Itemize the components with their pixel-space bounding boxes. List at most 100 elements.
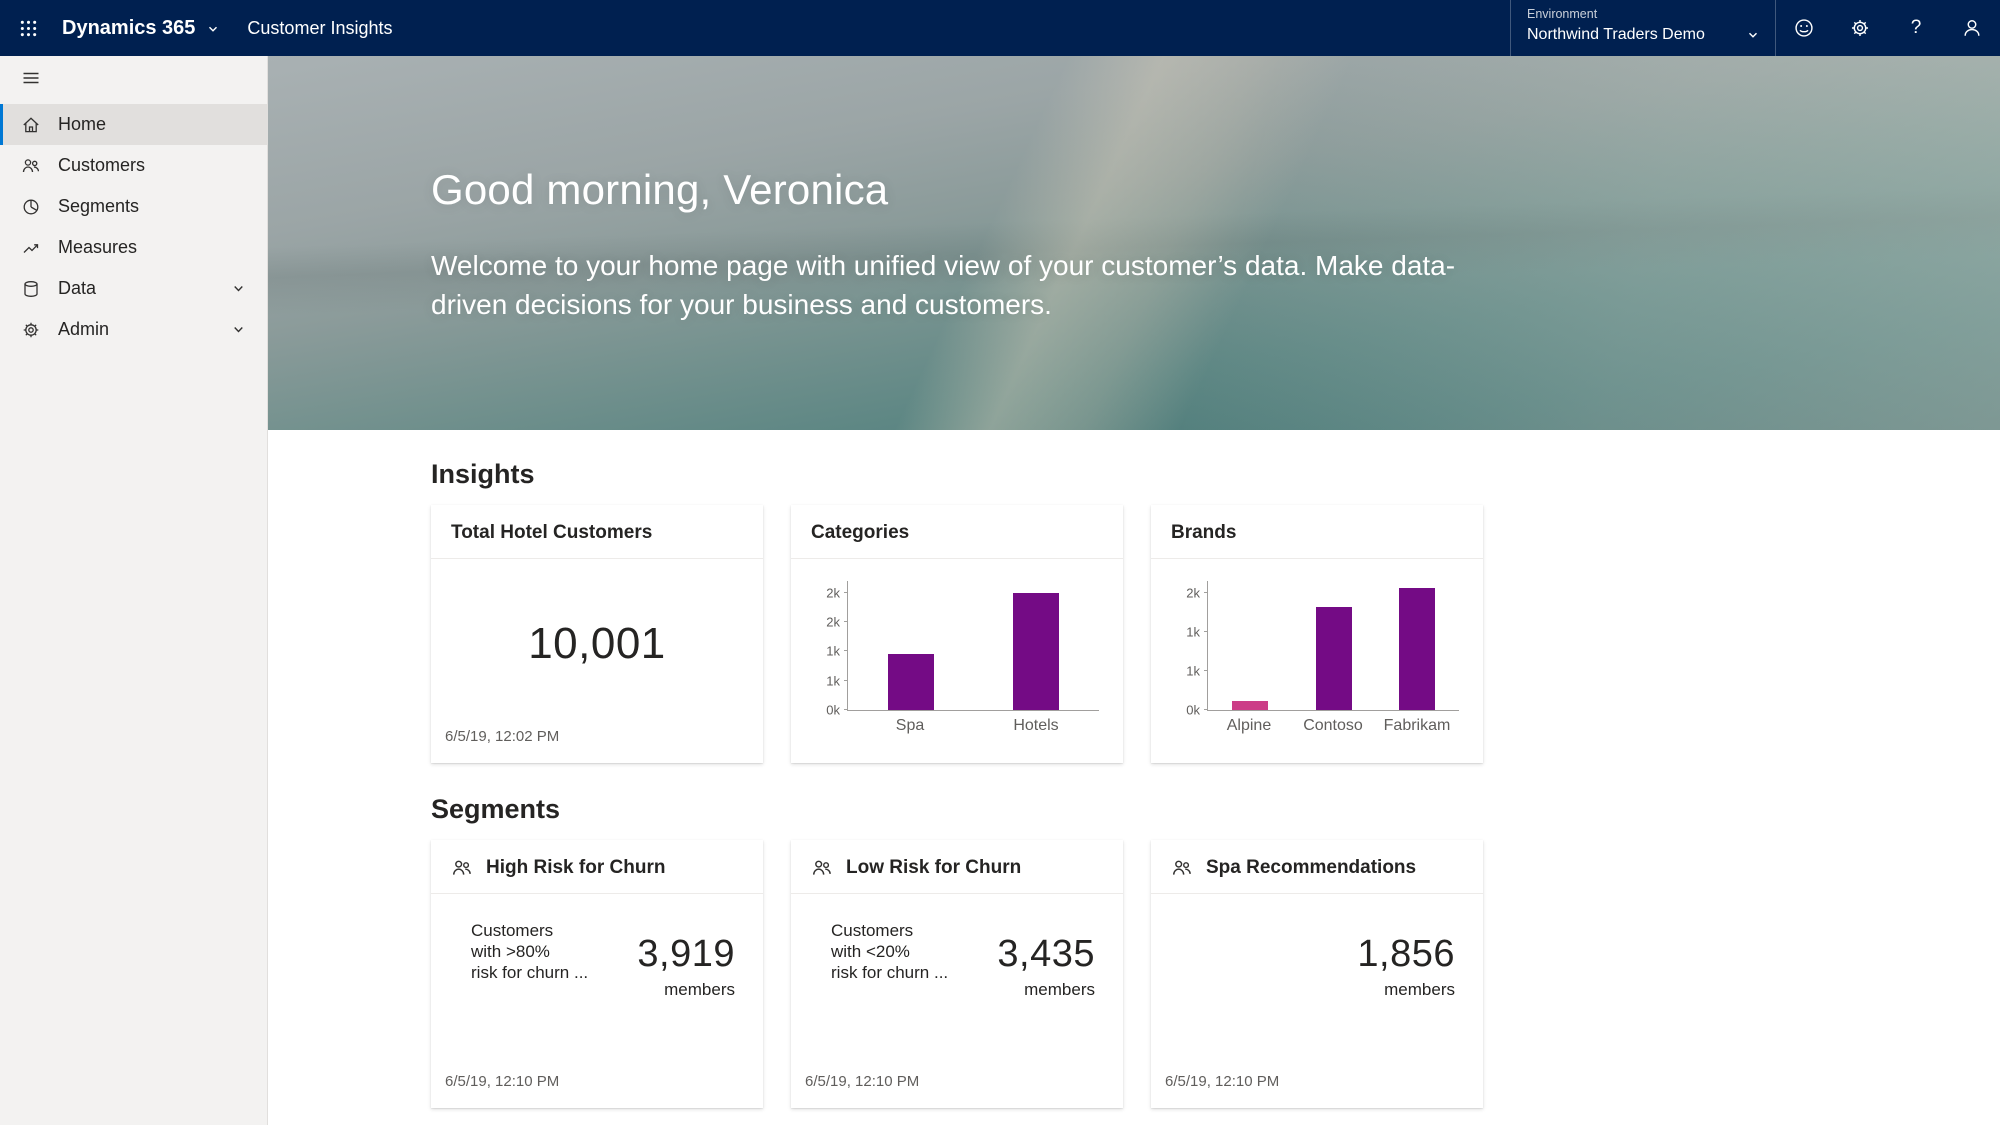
- insights-section-heading: Insights: [431, 458, 2000, 491]
- home-icon: [21, 115, 41, 135]
- segment-numbers: 3,919 members: [637, 932, 735, 1000]
- card-title: High Risk for Churn: [431, 840, 763, 894]
- segment-body: Customers with <20% risk for churn ... 3…: [791, 894, 1123, 1000]
- left-navigation-sidebar: Home Customers Segments: [0, 56, 268, 1125]
- sidebar-item-data[interactable]: Data: [0, 268, 267, 309]
- sidebar-item-label: Segments: [58, 196, 139, 217]
- card-timestamp: 6/5/19, 12:10 PM: [791, 1073, 1123, 1108]
- kpi-card-total-hotel-customers[interactable]: Total Hotel Customers 10,001 6/5/19, 12:…: [431, 505, 763, 763]
- chart-plot-area: 0k1k1k2k2k: [847, 581, 1099, 711]
- feedback-button[interactable]: [1776, 0, 1832, 56]
- x-axis-label: Fabrikam: [1375, 717, 1459, 735]
- y-axis-tick-label: 1k: [1162, 664, 1200, 677]
- y-axis-tick-label: 0k: [802, 704, 840, 717]
- y-axis-tick-label: 2k: [1162, 586, 1200, 599]
- x-axis-label: Alpine: [1207, 717, 1291, 735]
- card-timestamp: 6/5/19, 12:10 PM: [431, 1073, 763, 1108]
- card-timestamp: 6/5/19, 12:02 PM: [431, 728, 763, 763]
- environment-picker[interactable]: Environment Northwind Traders Demo: [1510, 0, 1776, 56]
- app-launcher-button[interactable]: [0, 0, 56, 56]
- y-axis-tick-label: 2k: [802, 586, 840, 599]
- segments-cards-row: High Risk for Churn Customers with >80% …: [431, 840, 2000, 1108]
- segment-member-unit: members: [637, 980, 735, 1000]
- trend-line-icon: [21, 238, 41, 258]
- segments-section-heading: Segments: [431, 793, 2000, 826]
- sidebar-item-label: Customers: [58, 155, 145, 176]
- collapse-menu-button[interactable]: [0, 56, 267, 100]
- smiley-icon: [1793, 17, 1815, 39]
- y-axis-tick-label: 0k: [1162, 704, 1200, 717]
- segment-numbers: 3,435 members: [997, 932, 1095, 1000]
- help-button[interactable]: ?: [1888, 0, 1944, 56]
- card-title: Brands: [1151, 505, 1483, 559]
- sidebar-item-customers[interactable]: Customers: [0, 145, 267, 186]
- segment-member-count: 3,435: [997, 932, 1095, 976]
- sidebar-item-label: Admin: [58, 319, 109, 340]
- question-mark-icon: ?: [1911, 17, 1922, 39]
- card-title: Spa Recommendations: [1151, 840, 1483, 894]
- segment-body: 1,856 members: [1151, 894, 1483, 1000]
- segment-description: Customers with <20% risk for churn ...: [831, 920, 948, 1000]
- people-icon: [21, 156, 41, 176]
- bar-alpine: [1232, 701, 1268, 710]
- y-axis-tick-label: 1k: [1162, 625, 1200, 638]
- hero-text-block: Good morning, Veronica Welcome to your h…: [431, 164, 1461, 324]
- environment-value: Northwind Traders Demo: [1527, 25, 1705, 44]
- hero-banner: Good morning, Veronica Welcome to your h…: [268, 56, 2000, 430]
- card-title: Low Risk for Churn: [791, 840, 1123, 894]
- x-axis-label: Hotels: [973, 717, 1099, 735]
- segment-card-spa-recommendations[interactable]: Spa Recommendations 1,856 members 6/5/19…: [1151, 840, 1483, 1108]
- hamburger-icon: [21, 68, 41, 88]
- welcome-message: Welcome to your home page with unified v…: [431, 246, 1461, 324]
- segment-card-high-risk-for-churn[interactable]: High Risk for Churn Customers with >80% …: [431, 840, 763, 1108]
- kpi-body: 10,001: [431, 559, 763, 728]
- gear-icon: [21, 320, 41, 340]
- database-icon: [21, 279, 41, 299]
- categories-bar-chart: 0k1k1k2k2kSpaHotels: [847, 581, 1099, 735]
- person-icon: [1961, 17, 1983, 39]
- sidebar-item-admin[interactable]: Admin: [0, 309, 267, 350]
- segment-body: Customers with >80% risk for churn ... 3…: [431, 894, 763, 1000]
- account-button[interactable]: [1944, 0, 2000, 56]
- chevron-down-icon: [232, 282, 245, 295]
- card-timestamp: 6/5/19, 12:10 PM: [1151, 1073, 1483, 1108]
- pie-segment-icon: [21, 197, 41, 217]
- people-icon: [451, 857, 473, 879]
- card-title-text: High Risk for Churn: [486, 856, 665, 880]
- brands-bar-chart: 0k1k1k2kAlpineContosoFabrikam: [1207, 581, 1459, 735]
- segment-card-low-risk-for-churn[interactable]: Low Risk for Churn Customers with <20% r…: [791, 840, 1123, 1108]
- segment-description: Customers with >80% risk for churn ...: [471, 920, 588, 1000]
- bar-hotels: [1013, 593, 1059, 710]
- card-title-text: Categories: [811, 521, 909, 545]
- bar-fabrikam: [1399, 588, 1435, 710]
- chart-card-categories[interactable]: Categories 0k1k1k2k2kSpaHotels: [791, 505, 1123, 763]
- sidebar-item-segments[interactable]: Segments: [0, 186, 267, 227]
- people-icon: [811, 857, 833, 879]
- app-title[interactable]: Dynamics 365: [62, 17, 195, 40]
- card-title-text: Spa Recommendations: [1206, 856, 1416, 880]
- card-title-text: Total Hotel Customers: [451, 521, 652, 545]
- chevron-down-icon[interactable]: [207, 23, 219, 35]
- segment-numbers: 1,856 members: [1357, 932, 1455, 1000]
- card-title: Categories: [791, 505, 1123, 559]
- sidebar-item-measures[interactable]: Measures: [0, 227, 267, 268]
- card-title-text: Low Risk for Churn: [846, 856, 1021, 880]
- sidebar-item-label: Measures: [58, 237, 137, 258]
- bar-spa: [888, 654, 934, 710]
- bar-contoso: [1316, 607, 1352, 710]
- waffle-icon: [19, 19, 38, 38]
- card-title-text: Brands: [1171, 521, 1236, 545]
- segment-member-count: 3,919: [637, 932, 735, 976]
- insights-cards-row: Total Hotel Customers 10,001 6/5/19, 12:…: [431, 505, 2000, 763]
- card-title: Total Hotel Customers: [431, 505, 763, 559]
- environment-label: Environment: [1527, 7, 1759, 22]
- sidebar-item-label: Home: [58, 114, 106, 135]
- settings-button[interactable]: [1832, 0, 1888, 56]
- segment-member-count: 1,856: [1357, 932, 1455, 976]
- chart-card-brands[interactable]: Brands 0k1k1k2kAlpineContosoFabrikam: [1151, 505, 1483, 763]
- main-content: Insights Total Hotel Customers 10,001 6/…: [268, 430, 2000, 1125]
- sidebar-item-label: Data: [58, 278, 96, 299]
- app-area-title: Customer Insights: [247, 18, 392, 39]
- y-axis-tick-label: 1k: [802, 674, 840, 687]
- sidebar-item-home[interactable]: Home: [0, 104, 267, 145]
